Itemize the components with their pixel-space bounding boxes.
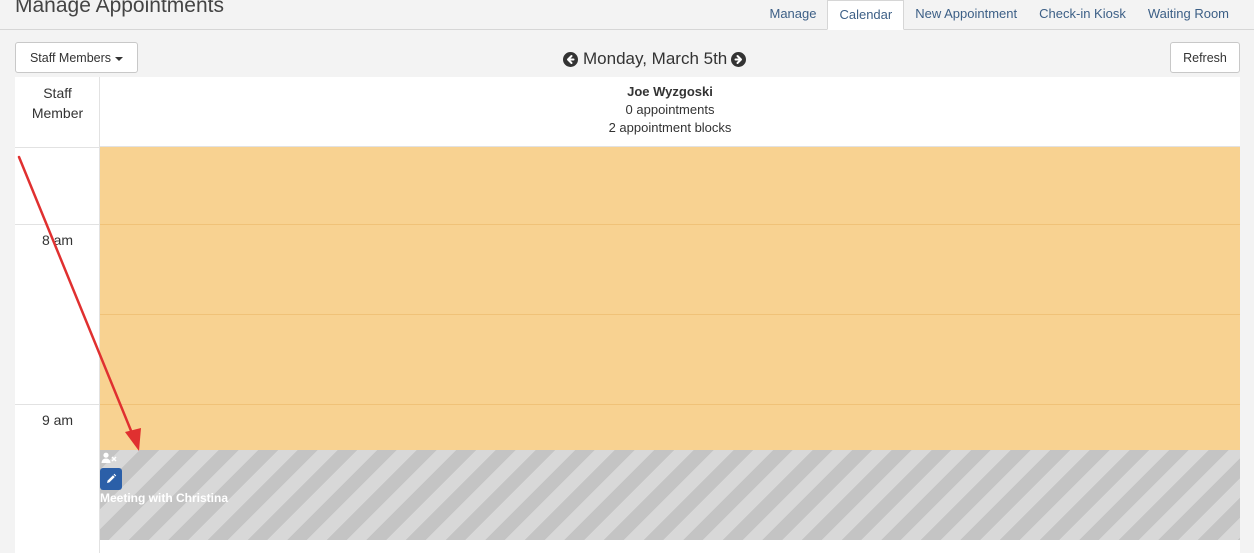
previous-day-icon[interactable] xyxy=(563,51,578,67)
time-label-8am: 8 am xyxy=(41,232,74,248)
staff-column-header: Joe Wyzgoski 0 appointments 2 appointmen… xyxy=(100,77,1240,147)
date-navigation: Monday, March 5th xyxy=(563,49,747,69)
staff-members-dropdown[interactable]: Staff Members xyxy=(15,42,138,73)
current-date: Monday, March 5th xyxy=(583,49,728,68)
refresh-button[interactable]: Refresh xyxy=(1170,42,1240,73)
edit-block-button[interactable] xyxy=(100,468,122,490)
nav-tabs: Manage Calendar New Appointment Check-in… xyxy=(758,0,1240,30)
staff-header-line-1: Staff xyxy=(43,85,72,101)
time-divider xyxy=(15,224,100,225)
time-label-9am: 9 am xyxy=(41,412,74,428)
time-divider xyxy=(15,147,100,148)
staff-member-column-header: Staff Member xyxy=(15,83,100,123)
tab-check-in-kiosk[interactable]: Check-in Kiosk xyxy=(1028,0,1137,30)
calendar-grid: Staff Member 8 am 9 am Joe Wyzgoski 0 ap… xyxy=(15,77,1240,553)
caret-down-icon xyxy=(115,56,124,61)
staff-name: Joe Wyzgoski xyxy=(627,84,713,99)
available-block[interactable] xyxy=(100,147,1240,450)
user-remove-icon xyxy=(101,452,117,463)
slot-divider xyxy=(100,314,1240,315)
slot-divider xyxy=(100,404,1240,405)
tab-waiting-room[interactable]: Waiting Room xyxy=(1137,0,1240,30)
appointment-count: 0 appointments xyxy=(625,102,715,117)
time-column: Staff Member 8 am 9 am xyxy=(15,77,100,553)
page-title: Manage Appointments xyxy=(15,0,224,17)
slot-divider xyxy=(100,224,1240,225)
block-count: 2 appointment blocks xyxy=(608,120,732,135)
appointment-block[interactable]: Meeting with Christina xyxy=(100,450,1240,540)
tab-manage[interactable]: Manage xyxy=(758,0,827,30)
tab-calendar[interactable]: Calendar xyxy=(827,0,905,30)
tab-new-appointment[interactable]: New Appointment xyxy=(904,0,1028,30)
next-day-icon[interactable] xyxy=(731,51,747,67)
staff-members-label: Staff Members xyxy=(29,50,112,65)
pencil-icon xyxy=(107,473,117,483)
time-divider xyxy=(15,404,100,405)
block-title: Meeting with Christina xyxy=(100,491,229,505)
staff-header-line-2: Member xyxy=(31,105,84,121)
